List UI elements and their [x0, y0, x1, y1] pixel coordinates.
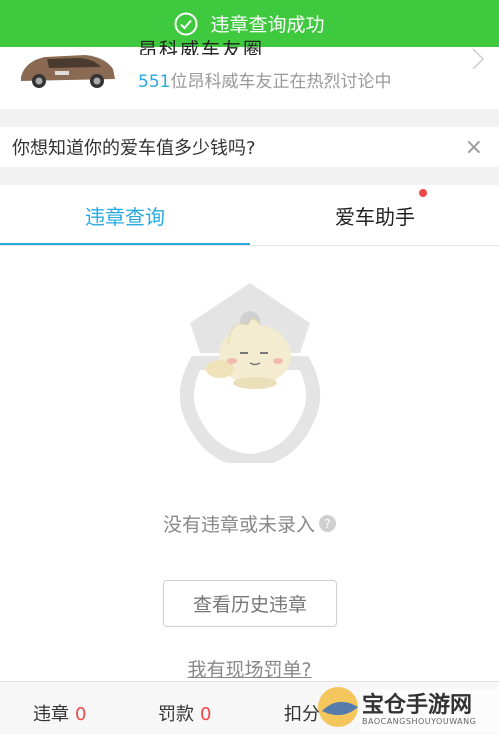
car-club-desc: 551位昂科威车友正在热烈讨论中	[138, 67, 391, 92]
view-history-button[interactable]: 查看历史违章	[163, 580, 337, 627]
banner-text: 违章查询成功	[210, 14, 325, 36]
tab-car-assistant[interactable]: 爱车助手	[250, 185, 499, 245]
empty-state-message: 没有违章或未录入 ?	[0, 510, 499, 537]
onsite-ticket-link[interactable]: 我有现场罚单?	[0, 655, 499, 682]
check-circle-icon	[174, 12, 198, 35]
stat-violations: 违章 0	[33, 700, 86, 726]
tab-label: 违章查询	[85, 204, 165, 229]
stat-value: 0	[75, 704, 87, 725]
car-value-text: 你想知道你的爱车值多少钱吗?	[12, 138, 256, 159]
main-panel: 违章查询 爱车助手 没有违章或未录入 ? 查看历史违章 我有现场罚单?	[0, 185, 499, 733]
chevron-right-icon	[472, 48, 485, 70]
empty-state-text: 没有违章或未录入	[162, 514, 315, 536]
stat-label: 罚款	[158, 704, 194, 725]
watermark-title: 宝仓手游网	[362, 693, 473, 718]
close-icon[interactable]: ×	[465, 135, 483, 160]
tab-violation-query[interactable]: 违章查询	[0, 185, 250, 245]
watermark-subtitle: BAOCANGSHOUYOUWANG	[362, 717, 477, 726]
car-club-desc-text: 位昂科威车友正在热烈讨论中	[170, 72, 392, 92]
police-mascot-illustration	[179, 283, 321, 463]
active-tab-indicator	[0, 243, 250, 245]
car-club-title: 昂科威车友圈	[138, 39, 265, 55]
notification-dot	[419, 189, 427, 197]
member-count: 551	[138, 72, 171, 92]
car-image	[15, 47, 120, 89]
stat-fines: 罚款 0	[158, 700, 211, 726]
help-icon[interactable]: ?	[319, 515, 336, 532]
tab-label: 爱车助手	[335, 204, 415, 229]
stat-label: 违章	[33, 704, 69, 725]
car-value-prompt[interactable]: 你想知道你的爱车值多少钱吗? ×	[0, 127, 499, 167]
car-club-card[interactable]: 昂科威车友圈 551位昂科威车友正在热烈讨论中	[0, 39, 499, 109]
stat-value: 0	[200, 704, 212, 725]
tab-bar: 违章查询 爱车助手	[0, 185, 499, 246]
